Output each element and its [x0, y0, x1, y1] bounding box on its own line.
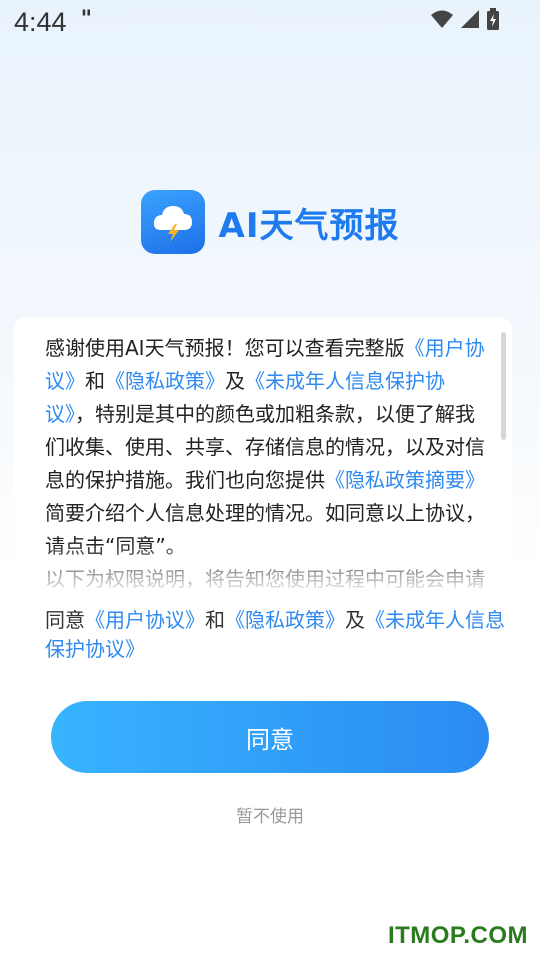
privacy-summary-link[interactable]: 《隐私政策摘要》	[325, 468, 485, 492]
user-agreement-link[interactable]: 《用户协议》	[85, 608, 205, 632]
privacy-policy-link[interactable]: 《隐私政策》	[225, 608, 345, 632]
notice-text: 感谢使用AI天气预报！您可以查看完整版	[45, 336, 405, 360]
status-time: 4:44	[14, 6, 67, 37]
agreement-and: 及	[345, 608, 365, 632]
notice-text: 简要介绍个人信息处理的情况。如同意以上协议，请点击“同意”。	[45, 501, 485, 558]
scrollbar[interactable]	[501, 332, 506, 440]
privacy-notice-card[interactable]: 感谢使用AI天气预报！您可以查看完整版《用户协议》和《隐私政策》及《未成年人信息…	[14, 318, 512, 588]
decline-button[interactable]: 暂不使用	[0, 802, 540, 827]
battery-charging-icon	[487, 8, 499, 30]
brand-header: AI天气预报	[0, 190, 540, 254]
status-icons	[430, 8, 500, 30]
privacy-policy-link[interactable]: 《隐私政策》	[105, 369, 225, 393]
notice-text: 和	[85, 369, 105, 393]
permission-intro-text: 以下为权限说明，将告知您使用过程中可能会申请	[45, 567, 485, 588]
signal-icon	[461, 10, 479, 28]
notification-indicator: "	[80, 6, 93, 32]
agreement-prefix: 同意	[45, 608, 85, 632]
status-bar: 4:44 "	[0, 0, 540, 44]
agreement-line: 同意《用户协议》和《隐私政策》及《未成年人信息保护协议》	[45, 606, 515, 664]
wifi-icon	[431, 10, 453, 28]
privacy-notice-text: 感谢使用AI天气预报！您可以查看完整版《用户协议》和《隐私政策》及《未成年人信息…	[14, 318, 512, 588]
app-name: AI天气预报	[218, 205, 400, 246]
agree-button[interactable]: 同意	[51, 701, 489, 773]
agreement-and: 和	[205, 608, 225, 632]
watermark-logo: ITMOP.COM	[387, 922, 528, 949]
notice-text: 及	[225, 369, 245, 393]
cloud-lightning-icon	[140, 190, 205, 254]
